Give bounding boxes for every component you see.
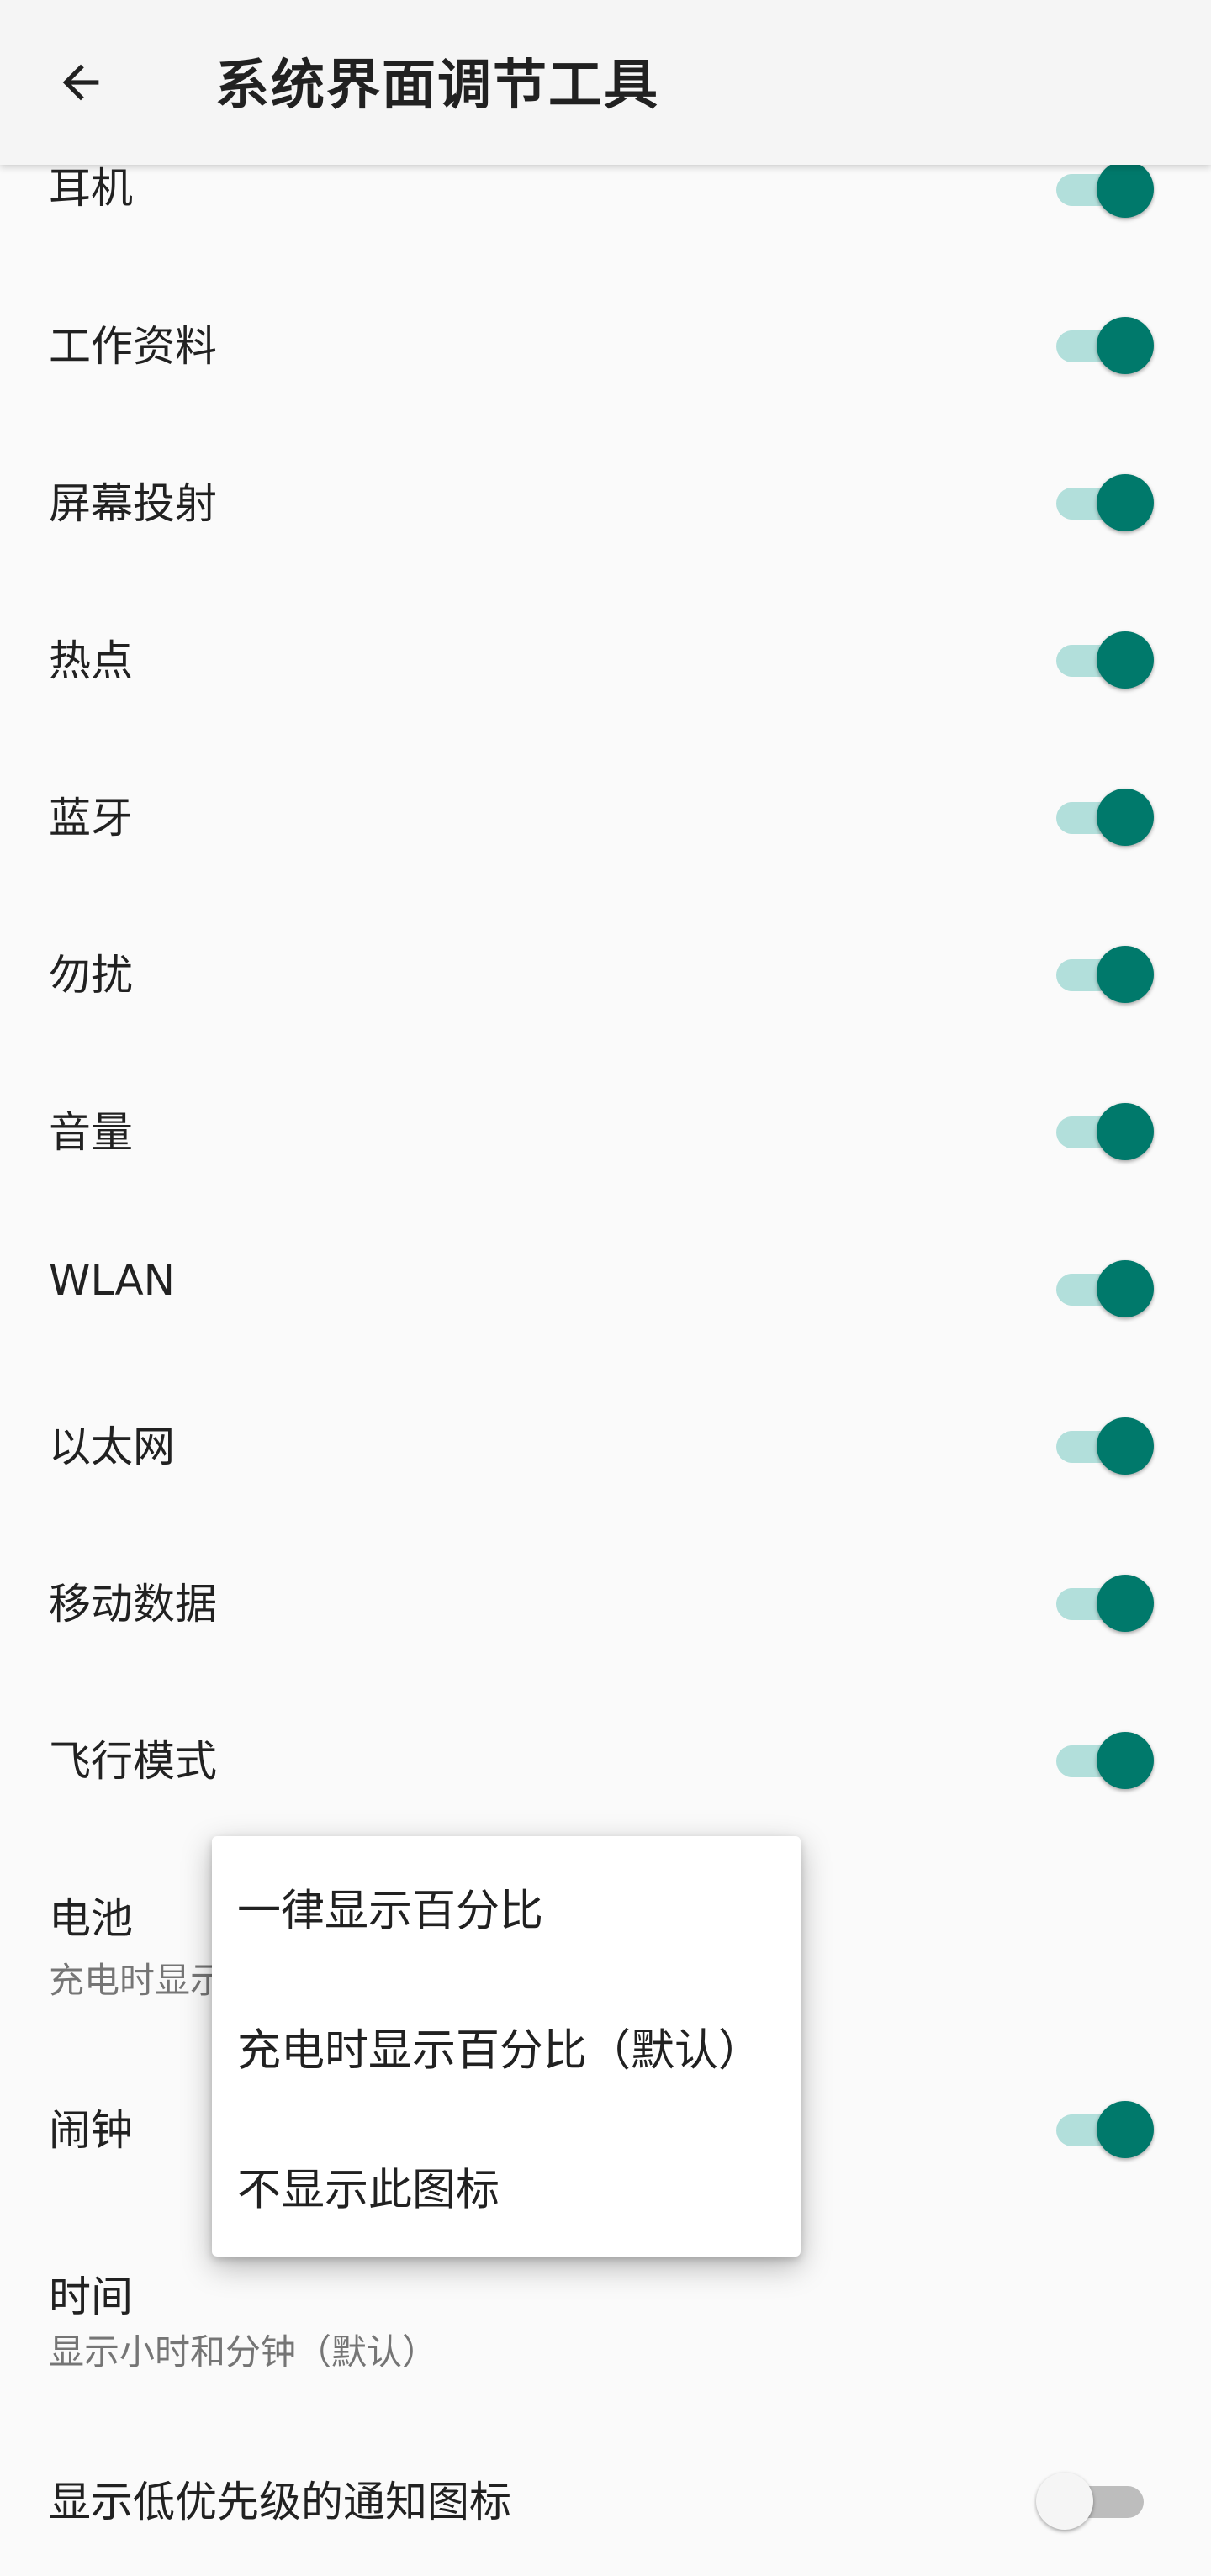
menu-item-label: 充电时显示百分比（默认） xyxy=(237,2025,763,2077)
toggle-switch[interactable] xyxy=(1056,1569,1154,1632)
toggle-switch[interactable] xyxy=(1056,311,1154,374)
switch-thumb xyxy=(1097,2101,1154,2158)
setting-row-volume[interactable]: 音量 xyxy=(0,1089,1211,1173)
setting-row-wlan[interactable]: WLAN xyxy=(0,1246,1211,1330)
setting-label: 蓝牙 xyxy=(49,794,133,842)
switch-thumb xyxy=(1097,789,1154,846)
setting-row-screen-cast[interactable]: 屏幕投射 xyxy=(0,460,1211,544)
switch-thumb xyxy=(1097,1103,1154,1160)
toggle-switch[interactable] xyxy=(1056,1254,1154,1317)
setting-row-low-priority-icons[interactable]: 显示低优先级的通知图标 xyxy=(0,2458,1211,2542)
setting-row-bluetooth[interactable]: 蓝牙 xyxy=(0,774,1211,858)
setting-label: 移动数据 xyxy=(49,1580,217,1628)
page-title: 系统界面调节工具 xyxy=(215,55,659,117)
toggle-switch[interactable] xyxy=(1056,783,1154,846)
switch-thumb xyxy=(1097,1732,1154,1789)
toggle-switch[interactable] xyxy=(1056,940,1154,1003)
setting-row-work-profile[interactable]: 工作资料 xyxy=(0,303,1211,387)
switch-thumb xyxy=(1097,474,1154,531)
switch-thumb xyxy=(1097,317,1154,374)
setting-row-hotspot[interactable]: 热点 xyxy=(0,617,1211,701)
setting-row-mobile-data[interactable]: 移动数据 xyxy=(0,1560,1211,1644)
toggle-switch[interactable] xyxy=(1056,1726,1154,1789)
time-label: 时间 xyxy=(49,2272,133,2321)
setting-label: 飞行模式 xyxy=(49,1737,217,1786)
settings-screen: 耳机 工作资料 屏幕投射 热点 蓝牙 勿扰 音量 WLAN 以太网 移动数据 飞… xyxy=(0,0,1211,2576)
switch-thumb xyxy=(1097,631,1154,689)
switch-thumb xyxy=(1097,1575,1154,1632)
arrow-back-icon xyxy=(62,64,99,101)
switch-thumb xyxy=(1097,161,1154,218)
menu-item-label: 一律显示百分比 xyxy=(237,1886,544,1937)
menu-item-always-show-percent[interactable]: 一律显示百分比 xyxy=(212,1836,801,1977)
toggle-switch[interactable] xyxy=(1056,1412,1154,1475)
toggle-switch[interactable] xyxy=(1036,2467,1154,2530)
switch-thumb xyxy=(1036,2473,1093,2530)
setting-label: WLAN xyxy=(49,1256,176,1305)
setting-label: 勿扰 xyxy=(49,951,133,1000)
setting-label: 屏幕投射 xyxy=(49,479,217,528)
setting-label: 音量 xyxy=(49,1108,133,1157)
toggle-switch[interactable] xyxy=(1056,468,1154,531)
low-priority-label: 显示低优先级的通知图标 xyxy=(49,2478,511,2526)
toggle-switch[interactable] xyxy=(1056,1097,1154,1160)
menu-item-show-percent-when-charging[interactable]: 充电时显示百分比（默认） xyxy=(212,1976,801,2117)
setting-label: 以太网 xyxy=(49,1423,175,1471)
menu-item-label: 不显示此图标 xyxy=(237,2165,500,2216)
setting-row-ethernet[interactable]: 以太网 xyxy=(0,1403,1211,1487)
switch-thumb xyxy=(1097,1417,1154,1475)
switch-thumb xyxy=(1097,1260,1154,1317)
menu-item-hide-icon[interactable]: 不显示此图标 xyxy=(212,2115,801,2257)
setting-label: 热点 xyxy=(49,636,133,685)
setting-row-airplane-mode[interactable]: 飞行模式 xyxy=(0,1718,1211,1802)
toggle-switch[interactable] xyxy=(1056,2095,1154,2158)
back-button[interactable] xyxy=(40,42,121,123)
setting-row-time[interactable]: 时间 显示小时和分钟（默认） xyxy=(0,2253,1211,2388)
setting-row-dnd[interactable]: 勿扰 xyxy=(0,932,1211,1016)
app-bar: 系统界面调节工具 xyxy=(0,0,1211,165)
setting-label: 工作资料 xyxy=(49,322,217,371)
toggle-switch[interactable] xyxy=(1056,626,1154,689)
time-summary: 显示小时和分钟（默认） xyxy=(49,2331,438,2373)
alarm-label: 闹钟 xyxy=(49,2106,133,2155)
battery-options-menu: 一律显示百分比 充电时显示百分比（默认） 不显示此图标 xyxy=(212,1836,801,2257)
battery-label: 电池 xyxy=(49,1894,133,1943)
switch-thumb xyxy=(1097,946,1154,1003)
